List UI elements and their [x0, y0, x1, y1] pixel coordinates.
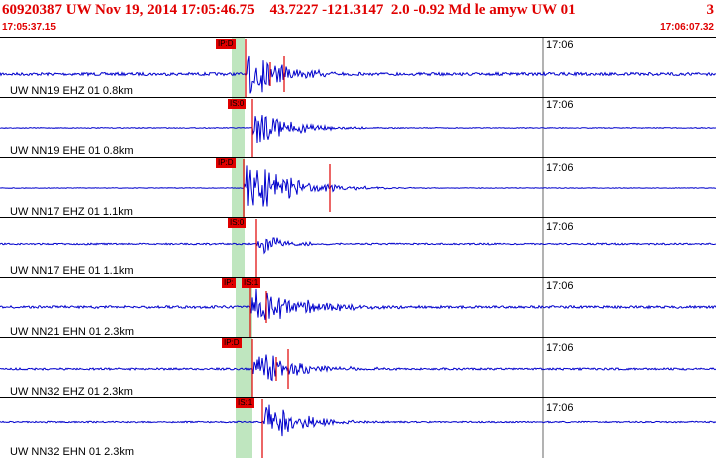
- pick-label[interactable]: IP:D: [222, 338, 242, 348]
- trace-label: UW NN19 EHZ 01 0.8km: [10, 85, 133, 97]
- end-time: 17:06:07.32: [660, 22, 714, 33]
- pick-label[interactable]: IS:0: [228, 218, 247, 228]
- page-number: 3: [706, 2, 715, 18]
- pick-label[interactable]: IS:1: [242, 278, 261, 288]
- trace-panel[interactable]: 17:06 UW NN21 EHN 01 2.3km IP: IS:1: [0, 277, 716, 338]
- trace-panel[interactable]: 17:06 UW NN32 EHZ 01 2.3km IP:D: [0, 337, 716, 398]
- trace-panel[interactable]: 17:06 UW NN19 EHE 01 0.8km IS:0: [0, 97, 716, 157]
- minute-label: 17:06: [546, 280, 574, 292]
- event-title: 60920387 UW Nov 19, 2014 17:05:46.75 43.…: [2, 2, 576, 18]
- pick-label[interactable]: IP:D: [216, 158, 236, 168]
- trace-panel[interactable]: 17:06 UW NN19 EHZ 01 0.8km IP:D: [0, 37, 716, 97]
- seismic-waveform: [0, 354, 716, 382]
- minute-label: 17:06: [546, 162, 574, 174]
- minute-label: 17:06: [546, 221, 574, 233]
- pick-label[interactable]: IS:0: [228, 99, 247, 109]
- minute-label: 17:06: [546, 342, 574, 354]
- pick-label[interactable]: IP:: [222, 278, 236, 288]
- trace-label: UW NN19 EHE 01 0.8km: [10, 145, 134, 157]
- minute-label: 17:06: [546, 99, 574, 111]
- seismic-waveform: [0, 288, 716, 320]
- seismic-waveform: [0, 237, 716, 255]
- trace-label: UW NN17 EHE 01 1.1km: [10, 265, 134, 277]
- seismic-waveform: [0, 115, 716, 144]
- seismogram-viewer: 60920387 UW Nov 19, 2014 17:05:46.75 43.…: [0, 0, 716, 458]
- pick-label[interactable]: IS:1: [236, 398, 255, 408]
- seismic-waveform: [0, 165, 716, 207]
- minute-label: 17:06: [546, 402, 574, 414]
- trace-panel[interactable]: 17:06 UW NN17 EHE 01 1.1km IS:0: [0, 217, 716, 277]
- trace-panel[interactable]: 17:06 UW NN17 EHZ 01 1.1km IP:D: [0, 157, 716, 218]
- start-time: 17:05:37.15: [2, 22, 56, 33]
- minute-label: 17:06: [546, 39, 574, 51]
- trace-panel[interactable]: 17:06 UW NN32 EHN 01 2.3km IS:1: [0, 397, 716, 458]
- pick-label[interactable]: IP:D: [216, 39, 236, 49]
- trace-label: UW NN32 EHN 01 2.3km: [10, 446, 135, 458]
- seismic-waveform: [0, 404, 716, 437]
